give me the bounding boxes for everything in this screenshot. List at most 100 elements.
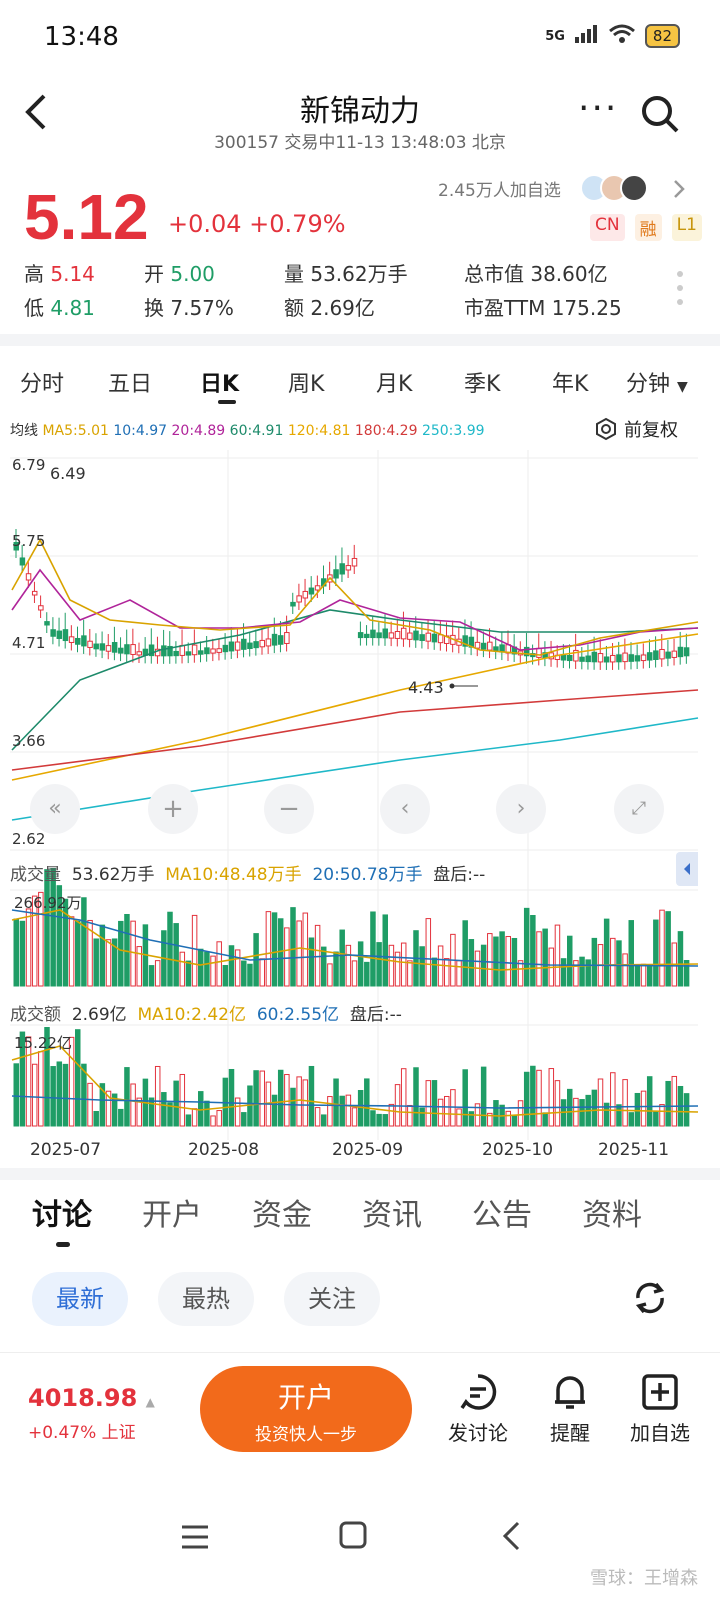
amount-bar <box>530 1065 536 1127</box>
amount-bar <box>228 1068 235 1127</box>
ma-item: 180:4.29 <box>350 423 418 439</box>
amount-bar <box>93 1110 99 1127</box>
prev-icon[interactable]: ‹ <box>380 784 430 834</box>
tab-weekly-k[interactable]: 周K <box>288 366 324 398</box>
candle-body <box>579 656 585 662</box>
volume-bar <box>388 944 395 987</box>
post-discussion-button[interactable]: 发讨论 <box>428 1372 528 1446</box>
kline-chart[interactable] <box>0 450 720 1150</box>
volume-bar <box>603 918 610 987</box>
watchers-count[interactable]: 2.45万人加自选 <box>438 176 561 201</box>
fullscreen-icon[interactable]: ⤢ <box>614 784 664 834</box>
ma-item: 60:4.91 <box>225 423 284 439</box>
filter-follow[interactable]: 关注 <box>284 1272 380 1326</box>
amount-bar <box>339 1095 345 1127</box>
zoom-out-icon[interactable]: − <box>264 784 314 834</box>
tab-intraday[interactable]: 分时 <box>20 366 64 398</box>
volume-bar <box>99 924 106 987</box>
tab-discussion[interactable]: 讨论 <box>32 1190 92 1234</box>
volume-bar <box>191 914 198 987</box>
volume-bar <box>277 918 284 987</box>
tab-minute[interactable]: 分钟 ▼ <box>626 366 688 398</box>
ma-item: 10:4.97 <box>108 423 168 439</box>
amount-bar <box>622 1079 628 1127</box>
chevron-down-icon: ▼ <box>677 379 688 395</box>
filter-latest[interactable]: 最新 <box>32 1272 128 1326</box>
tab-quarterly-k[interactable]: 季K <box>464 366 500 398</box>
filter-hot[interactable]: 最热 <box>158 1272 254 1326</box>
content-tab-underline <box>56 1242 70 1247</box>
amount-bar <box>124 1067 130 1127</box>
amount-bar <box>523 1071 530 1127</box>
volume-bar <box>284 927 290 987</box>
amount-bar <box>634 1092 641 1127</box>
more-icon[interactable]: ··· <box>578 88 618 129</box>
axis-label-2: 4.71 <box>12 634 46 652</box>
volume-bar <box>167 911 173 987</box>
candle-body <box>659 648 665 660</box>
chat-icon <box>460 1374 497 1410</box>
alert-button[interactable]: 提醒 <box>520 1372 620 1446</box>
candle-body <box>487 641 493 651</box>
x-label-nov: 2025-11 <box>598 1140 670 1160</box>
watcher-avatars[interactable] <box>580 174 648 202</box>
volume-bar <box>75 920 81 987</box>
tab-announcements[interactable]: 公告 <box>472 1190 532 1234</box>
tab-news[interactable]: 资讯 <box>362 1190 422 1234</box>
expand-dots-icon[interactable] <box>676 270 684 310</box>
next-icon[interactable]: › <box>496 784 546 834</box>
candle-body <box>333 569 339 579</box>
amount-bar <box>241 1112 247 1127</box>
axis-label-3: 3.66 <box>12 732 46 750</box>
add-watchlist-button[interactable]: 加自选 <box>610 1372 710 1446</box>
chevron-right-icon[interactable] <box>672 178 686 204</box>
volume-bar <box>462 920 468 987</box>
candle-body <box>616 654 622 663</box>
open-account-button[interactable]: 开户 投资快人一步 <box>200 1366 412 1452</box>
amount-bar <box>56 1061 63 1127</box>
volume-bar <box>456 960 462 987</box>
tab-yearly-k[interactable]: 年K <box>552 366 588 398</box>
adjust-button[interactable]: 前复权 <box>594 416 678 442</box>
candle-body <box>234 641 241 651</box>
candle-body <box>591 651 598 663</box>
stat-open: 开 5.00 <box>144 262 215 286</box>
candle-body <box>265 638 272 647</box>
stat-volume: 量 53.62万手 <box>284 262 408 286</box>
tab-5day[interactable]: 五日 <box>108 366 152 398</box>
home-icon[interactable] <box>338 1520 368 1550</box>
candle-body <box>216 648 222 653</box>
tab-account[interactable]: 开户 <box>142 1190 202 1234</box>
index-value[interactable]: 4018.98 ▲ <box>28 1384 155 1412</box>
rewind-icon[interactable]: « <box>30 784 80 834</box>
zoom-in-icon[interactable]: + <box>148 784 198 834</box>
candle-body <box>130 644 136 655</box>
menu-icon[interactable] <box>180 1524 210 1550</box>
refresh-icon[interactable] <box>630 1278 670 1322</box>
back-nav-icon[interactable] <box>500 1520 522 1552</box>
volume-bar <box>198 948 204 987</box>
collapse-tab-icon[interactable] <box>676 852 698 886</box>
tag-margin: 融 <box>634 214 662 241</box>
amount-bar <box>591 1089 598 1127</box>
amount-bar <box>333 1078 339 1127</box>
candle-body <box>99 643 106 651</box>
clock: 13:48 <box>44 22 119 52</box>
tab-monthly-k[interactable]: 月K <box>376 366 412 398</box>
volume-bar <box>173 923 179 987</box>
ma-label: 均线 <box>10 423 38 439</box>
tab-funds[interactable]: 资金 <box>252 1190 312 1234</box>
search-icon[interactable] <box>640 94 680 138</box>
volume-bar <box>105 939 112 987</box>
candle-body <box>222 644 229 653</box>
candle-body <box>81 635 87 647</box>
tab-daily-k[interactable]: 日K <box>200 366 239 398</box>
candle-body <box>603 656 610 663</box>
tab-profile[interactable]: 资料 <box>582 1190 642 1234</box>
volume-bar <box>259 958 265 987</box>
candle-body <box>419 634 425 641</box>
amount-bar <box>579 1099 585 1127</box>
candle-body <box>118 647 124 654</box>
candle-body <box>536 647 542 658</box>
volume-bar <box>511 937 518 987</box>
